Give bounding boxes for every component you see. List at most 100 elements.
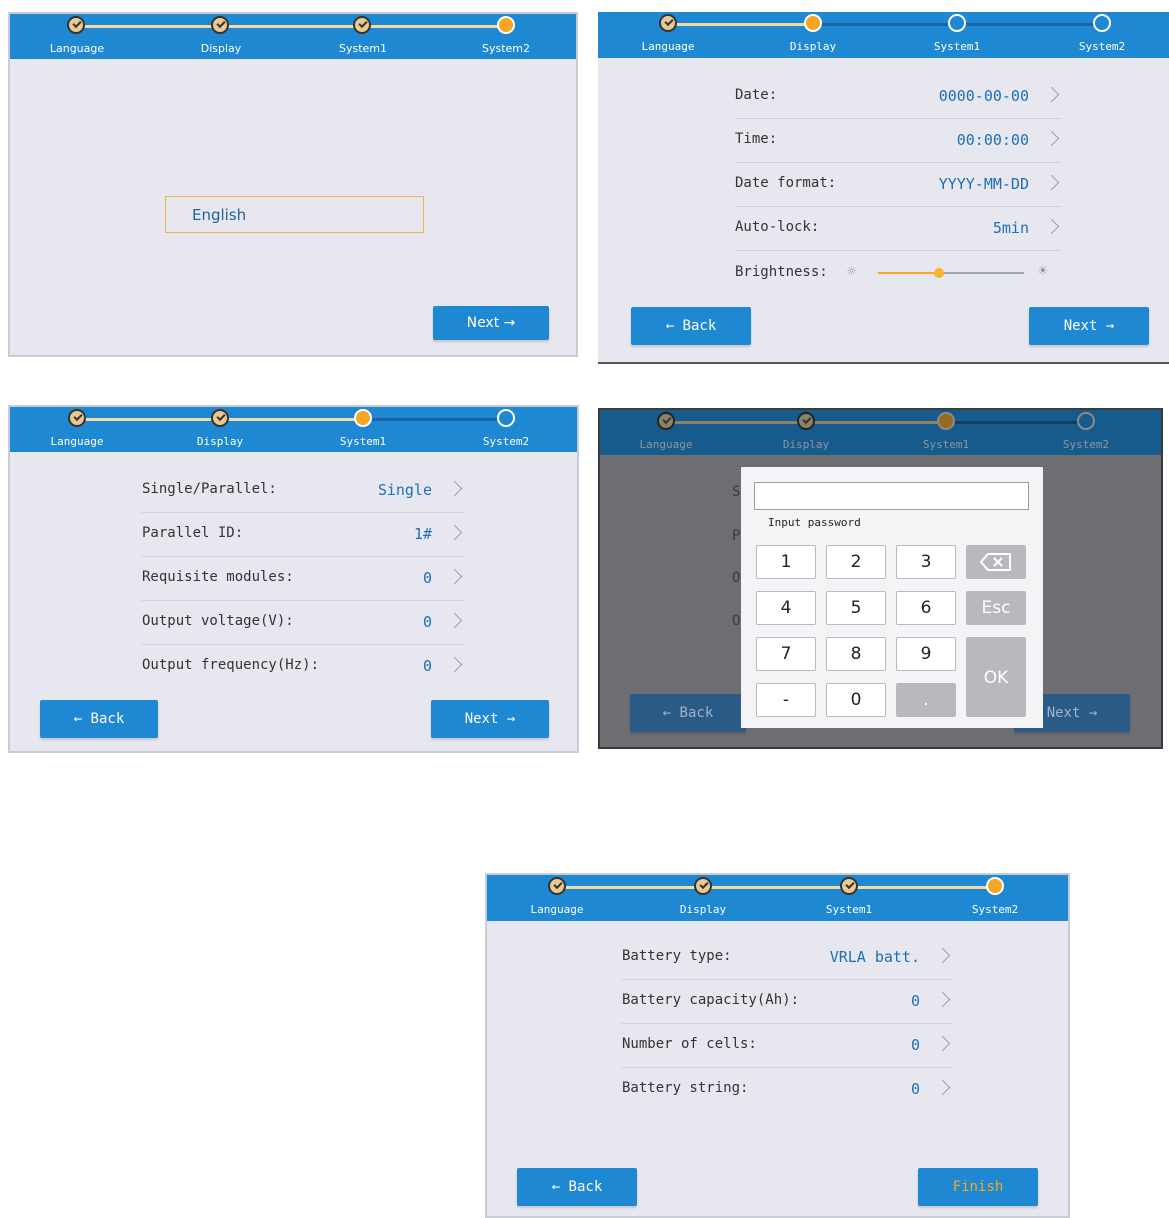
chevron-right-icon <box>446 480 463 497</box>
setting-value: 00:00:00 <box>956 131 1029 149</box>
step-line <box>946 421 1086 424</box>
chevron-right-icon <box>1043 130 1060 147</box>
step-current-icon <box>497 16 515 34</box>
next-button[interactable]: Next → <box>1029 307 1149 345</box>
key-3[interactable]: 3 <box>896 545 956 579</box>
setting-label: Output frequency(Hz): <box>142 657 320 673</box>
setting-value: 5min <box>992 219 1029 237</box>
step-label-display: Display <box>782 438 830 451</box>
brightness-slider-handle[interactable] <box>934 268 945 278</box>
step-current-icon <box>937 412 955 430</box>
brightness-label: Brightness: <box>735 264 828 280</box>
back-button[interactable]: ← Back <box>517 1168 637 1206</box>
chevron-right-icon <box>934 991 951 1008</box>
setting-value: 0 <box>422 613 432 631</box>
chevron-right-icon <box>934 1079 951 1096</box>
chevron-right-icon <box>1043 86 1060 103</box>
key-0[interactable]: 0 <box>826 683 886 717</box>
setting-row-single-parallel[interactable]: Single/Parallel: Single <box>142 469 464 513</box>
setting-row-date[interactable]: Date: 0000-00-00 <box>735 75 1061 119</box>
step-done-icon <box>68 409 86 427</box>
setting-label: Battery type: <box>622 948 732 964</box>
step-done-icon <box>659 14 677 32</box>
system1-screen: Language Display System1 System2 Single/… <box>8 405 579 753</box>
setting-row-date-format[interactable]: Date format: YYYY-MM-DD <box>735 163 1061 207</box>
key-dot[interactable]: . <box>896 683 956 717</box>
setting-row-parallel-id[interactable]: Parallel ID: 1# <box>142 513 464 557</box>
step-label-system2: System2 <box>1062 438 1110 451</box>
step-label-language: Language <box>50 435 104 448</box>
step-label-language: Language <box>641 40 695 53</box>
step-label-system2: System2 <box>481 42 531 55</box>
next-button[interactable]: Next → <box>431 700 549 738</box>
back-button[interactable]: ← Back <box>631 307 751 345</box>
step-label-system1: System1 <box>339 435 387 448</box>
step-current-icon <box>804 14 822 32</box>
backspace-icon <box>979 553 1011 571</box>
chevron-right-icon <box>446 612 463 629</box>
sun-dim-icon: ☼ <box>847 262 857 280</box>
step-label-system1: System1 <box>825 903 873 916</box>
key-1[interactable]: 1 <box>756 545 816 579</box>
key-2[interactable]: 2 <box>826 545 886 579</box>
setting-label: Date format: <box>735 175 837 191</box>
back-button[interactable]: ← Back <box>630 694 746 732</box>
step-label-display: Display <box>679 903 727 916</box>
key-6[interactable]: 6 <box>896 591 956 625</box>
progress-steps: Language Display System1 System2 <box>10 14 576 59</box>
brightness-slider[interactable] <box>878 268 1024 278</box>
setting-label: Battery string: <box>622 1080 749 1096</box>
setting-row-battery-type[interactable]: Battery type: VRLA batt. <box>622 936 952 980</box>
step-pending-icon <box>1093 14 1111 32</box>
setting-row-output-voltage[interactable]: Output voltage(V): 0 <box>142 601 464 645</box>
step-label-language: Language <box>530 903 584 916</box>
sun-bright-icon: ☀ <box>1038 261 1048 280</box>
step-done-icon <box>67 16 85 34</box>
setting-row-battery-capacity[interactable]: Battery capacity(Ah): 0 <box>622 980 952 1024</box>
key-4[interactable]: 4 <box>756 591 816 625</box>
language-option-english[interactable]: English <box>165 196 424 233</box>
setting-row-time[interactable]: Time: 00:00:00 <box>735 119 1061 163</box>
finish-button[interactable]: Finish <box>918 1168 1038 1206</box>
language-screen: Language Display System1 System2 English… <box>8 12 578 357</box>
setting-row-number-of-cells[interactable]: Number of cells: 0 <box>622 1024 952 1068</box>
next-button[interactable]: Next → <box>433 306 549 340</box>
ok-key[interactable]: OK <box>966 637 1026 717</box>
step-label-system2: System2 <box>971 903 1019 916</box>
setting-value: 0 <box>422 657 432 675</box>
bg-row-letter: P <box>732 528 741 544</box>
setting-row-auto-lock[interactable]: Auto-lock: 5min <box>735 207 1061 251</box>
key-minus[interactable]: - <box>756 683 816 717</box>
key-5[interactable]: 5 <box>826 591 886 625</box>
setting-value: 0 <box>910 1080 920 1098</box>
key-8[interactable]: 8 <box>826 637 886 671</box>
step-label-display: Display <box>200 42 242 55</box>
display-screen: Language Display System1 System2 Date: 0… <box>598 12 1169 364</box>
password-hint: Input password <box>768 516 861 529</box>
key-9[interactable]: 9 <box>896 637 956 671</box>
setting-row-output-frequency[interactable]: Output frequency(Hz): 0 <box>142 645 464 689</box>
step-label-display: Display <box>196 435 244 448</box>
step-label-system1: System1 <box>338 42 388 55</box>
setting-label: Single/Parallel: <box>142 481 277 497</box>
setting-label: Parallel ID: <box>142 525 244 541</box>
step-current-icon <box>986 877 1004 895</box>
setting-value: 0 <box>422 569 432 587</box>
bg-row-letter: O <box>732 570 741 586</box>
key-7[interactable]: 7 <box>756 637 816 671</box>
setting-value: 1# <box>413 525 432 543</box>
step-done-icon <box>548 877 566 895</box>
setting-row-requisite-modules[interactable]: Requisite modules: 0 <box>142 557 464 601</box>
chevron-right-icon <box>446 568 463 585</box>
setting-row-battery-string[interactable]: Battery string: 0 <box>622 1068 952 1112</box>
setting-value: 0000-00-00 <box>938 87 1029 105</box>
chevron-right-icon <box>446 656 463 673</box>
step-line <box>76 25 506 28</box>
setting-label: Date: <box>735 87 778 103</box>
progress-steps: Language Display System1 System2 <box>487 875 1068 920</box>
password-input[interactable] <box>754 482 1029 510</box>
setting-label: Requisite modules: <box>142 569 294 585</box>
back-button[interactable]: ← Back <box>40 700 158 738</box>
esc-key[interactable]: Esc <box>966 591 1026 625</box>
backspace-key[interactable] <box>966 545 1026 579</box>
